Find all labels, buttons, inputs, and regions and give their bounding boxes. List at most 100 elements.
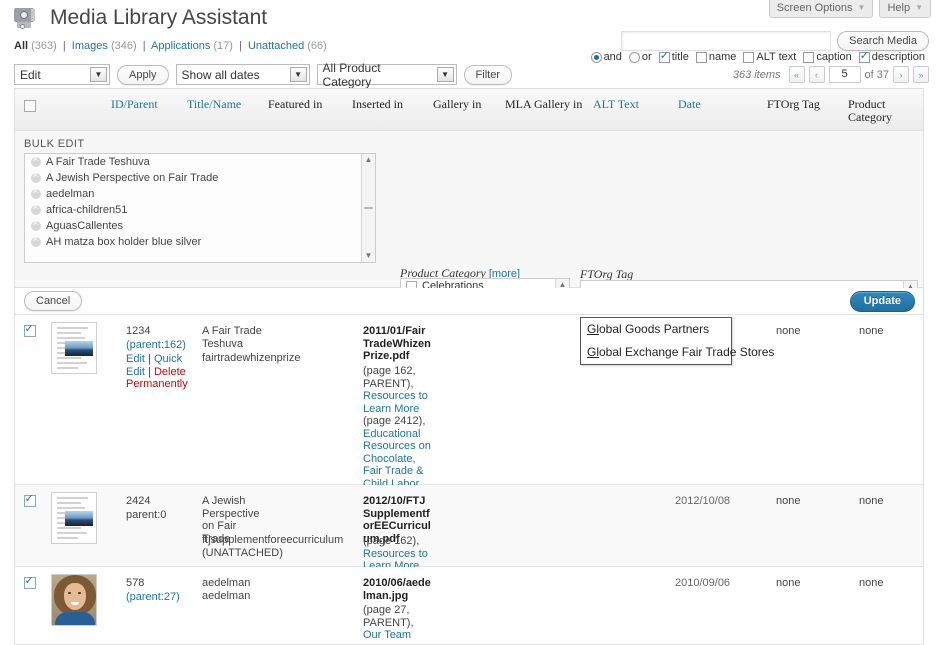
- table-row: 2424 parent:0 A Jewish Perspective on Fa…: [15, 485, 923, 567]
- date-filter-select[interactable]: Show all dates ▼: [176, 64, 310, 85]
- cell-parent[interactable]: (parent:27): [126, 591, 180, 604]
- row-actions: Edit | Quick Edit | Delete Permanently: [126, 353, 188, 391]
- select-all-checkbox[interactable]: [24, 100, 36, 112]
- help-button[interactable]: Help ▼: [879, 0, 931, 18]
- search-field-alt-text[interactable]: ALT text: [743, 51, 796, 63]
- column-header-alt-text[interactable]: ALT Text: [593, 98, 639, 111]
- cell-parent[interactable]: (parent:162): [126, 339, 188, 352]
- table-row: 578 (parent:27) aedelman aedelman 2010/0…: [15, 567, 923, 645]
- radio-icon[interactable]: [629, 52, 640, 63]
- search-field-title[interactable]: title: [659, 51, 689, 63]
- checkbox-icon[interactable]: [803, 52, 814, 63]
- cell-inserted-in-file: 2010/06/aedelman.jpg: [363, 577, 431, 602]
- table-toolbar: Edit ▼ Apply Show all dates ▼ All Produc…: [14, 64, 512, 85]
- list-item[interactable]: AH matza box holder blue silver: [25, 234, 375, 250]
- row-checkbox[interactable]: [24, 577, 36, 589]
- prev-page-button[interactable]: ‹: [809, 66, 825, 83]
- scroll-down-icon[interactable]: ▼: [365, 250, 373, 262]
- thumbnail-photo[interactable]: [51, 574, 97, 626]
- first-page-button[interactable]: «: [789, 66, 805, 83]
- sidebar-item-unattached[interactable]: Unattached (66): [248, 40, 327, 52]
- category-filter-select[interactable]: All Product Category ▼: [317, 64, 457, 85]
- checkbox-icon[interactable]: [696, 52, 707, 63]
- search-media-button[interactable]: Search Media: [837, 31, 929, 51]
- search-options: and or title name ALT text caption descr…: [591, 51, 929, 63]
- search-connector-or[interactable]: or: [629, 51, 652, 63]
- search-input[interactable]: [621, 31, 831, 51]
- list-item[interactable]: A Fair Trade Teshuva: [25, 154, 375, 170]
- total-items-count: 363 items: [733, 69, 781, 81]
- search-field-caption[interactable]: caption: [803, 51, 851, 63]
- thumbnail-document-icon[interactable]: [51, 322, 97, 374]
- screen-meta-links: Screen Options ▼ Help ▼: [769, 0, 931, 18]
- bulk-action-select[interactable]: Edit ▼: [14, 64, 110, 85]
- autocomplete-option[interactable]: Global Exchange Fair Trade Stores: [581, 341, 731, 364]
- cell-title: A Fair Trade Teshuva: [202, 325, 264, 350]
- cell-product-category: none: [859, 495, 883, 508]
- column-header-ftorg-tag: FTOrg Tag: [767, 98, 820, 111]
- update-button[interactable]: Update: [850, 291, 915, 312]
- filter-button[interactable]: Filter: [464, 65, 512, 85]
- thumbnail-document-icon[interactable]: [51, 492, 97, 544]
- cell-inserted-in-refs: (page 162, PARENT), Resources to Learn M…: [363, 365, 433, 490]
- separator: |: [63, 40, 66, 52]
- scroll-up-icon[interactable]: ▲: [365, 154, 373, 166]
- cell-date: 2010/09/06: [675, 577, 730, 590]
- sidebar-item-all[interactable]: All (363): [14, 40, 57, 52]
- cell-id: 1234: [126, 325, 184, 338]
- remove-icon[interactable]: [31, 173, 41, 183]
- search-field-description[interactable]: description: [859, 51, 925, 63]
- category-filter-value: All Product Category: [323, 61, 432, 89]
- ref-link[interactable]: Our Team: [363, 629, 411, 641]
- remove-icon[interactable]: [31, 221, 41, 231]
- table-row: 1234 (parent:162) Edit | Quick Edit | De…: [15, 315, 923, 485]
- row-checkbox[interactable]: [24, 495, 36, 507]
- ref-text: (page 2412),: [363, 415, 425, 427]
- apply-button[interactable]: Apply: [117, 65, 169, 85]
- ftorg-tag-autocomplete-menu[interactable]: Global Goods Partners Global Exchange Fa…: [580, 317, 732, 365]
- column-header-title-name[interactable]: Title/Name: [187, 98, 241, 111]
- edit-link[interactable]: Edit: [126, 353, 145, 365]
- sidebar-item-images[interactable]: Images (346): [72, 40, 137, 52]
- last-page-button[interactable]: »: [913, 66, 929, 83]
- ref-link[interactable]: Resources to Learn More: [363, 390, 428, 415]
- ref-text: (page 27, PARENT),: [363, 604, 414, 629]
- autocomplete-option[interactable]: Global Goods Partners: [581, 318, 731, 341]
- row-checkbox[interactable]: [24, 325, 36, 337]
- column-header-date[interactable]: Date: [678, 98, 701, 111]
- cell-product-category: none: [859, 325, 883, 338]
- list-item[interactable]: AguasCallentes: [25, 218, 375, 234]
- search-connector-and[interactable]: and: [591, 51, 622, 63]
- list-item[interactable]: A Jewish Perspective on Fair Trade: [25, 170, 375, 186]
- ref-text: (page 162),: [363, 535, 419, 547]
- list-item[interactable]: aedelman: [25, 186, 375, 202]
- ref-link[interactable]: Educational Resources on Chocolate, Fair…: [363, 428, 431, 490]
- remove-icon[interactable]: [31, 205, 41, 215]
- checkbox-icon[interactable]: [743, 52, 754, 63]
- cell-name: fairtradewhizenprize: [202, 352, 264, 365]
- table-header-row: ID/Parent Title/Name Featured in Inserte…: [15, 89, 923, 131]
- bulk-edit-item-list[interactable]: A Fair Trade Teshuva A Jewish Perspectiv…: [24, 153, 376, 263]
- sidebar-item-applications[interactable]: Applications (17): [151, 40, 233, 52]
- remove-icon[interactable]: [31, 189, 41, 199]
- search-field-name[interactable]: name: [696, 51, 737, 63]
- next-page-button[interactable]: ›: [893, 66, 909, 83]
- scrollbar[interactable]: ▲ ▼: [361, 154, 375, 262]
- remove-icon[interactable]: [31, 237, 41, 247]
- column-header-id-parent[interactable]: ID/Parent: [111, 98, 158, 111]
- remove-icon[interactable]: [31, 157, 41, 167]
- ref-text: (page 162, PARENT),: [363, 365, 416, 390]
- screen-options-button[interactable]: Screen Options ▼: [769, 0, 874, 18]
- view-filter-links: All (363) | Images (346) | Applications …: [14, 40, 327, 52]
- cancel-button[interactable]: Cancel: [24, 291, 82, 311]
- column-header-featured-in: Featured in: [268, 98, 322, 111]
- list-item[interactable]: africa-children51: [25, 202, 375, 218]
- checkbox-icon[interactable]: [859, 52, 870, 63]
- checkbox-icon[interactable]: [659, 52, 670, 63]
- radio-icon[interactable]: [591, 52, 602, 63]
- current-page-input[interactable]: 5: [829, 66, 861, 83]
- cell-id: 578: [126, 577, 144, 590]
- cell-parent: parent:0: [126, 509, 166, 522]
- search-box: Search Media: [621, 31, 929, 51]
- chevron-down-icon: ▼: [915, 2, 923, 14]
